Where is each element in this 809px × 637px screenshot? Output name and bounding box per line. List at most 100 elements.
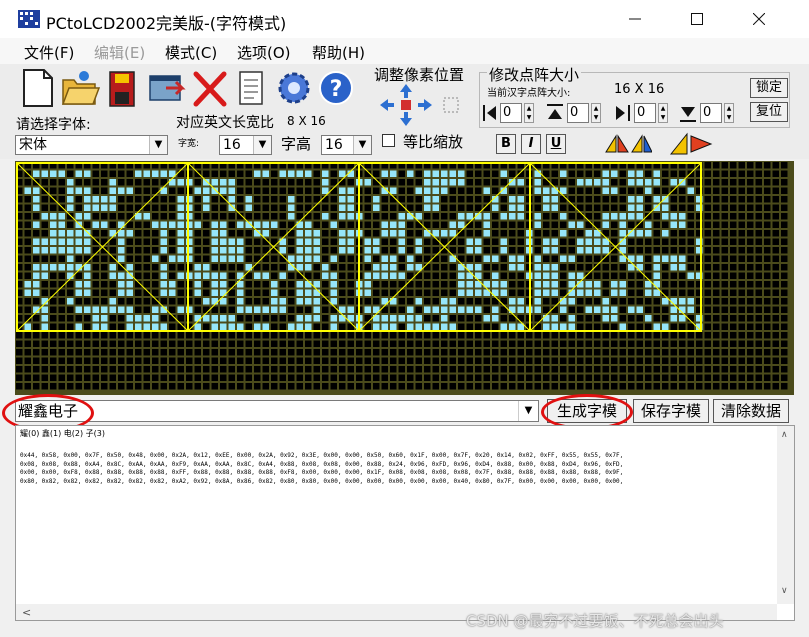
matrix-dot[interactable] — [772, 315, 780, 322]
matrix-dot[interactable] — [543, 247, 550, 254]
matrix-dot[interactable] — [551, 332, 559, 339]
matrix-dot[interactable] — [432, 247, 440, 254]
matrix-dot[interactable] — [594, 332, 601, 339]
matrix-dot[interactable] — [75, 230, 83, 237]
matrix-dot[interactable] — [41, 315, 49, 322]
matrix-dot[interactable] — [636, 281, 644, 288]
matrix-dot[interactable] — [203, 340, 210, 348]
matrix-dot[interactable] — [645, 340, 652, 348]
matrix-dot[interactable] — [245, 383, 253, 390]
matrix-dot[interactable] — [160, 196, 168, 203]
matrix-dot[interactable] — [398, 315, 406, 322]
matrix-dot[interactable] — [24, 196, 32, 203]
matrix-dot[interactable] — [347, 255, 355, 263]
matrix-dot[interactable] — [517, 264, 525, 271]
matrix-dot[interactable] — [781, 289, 788, 297]
matrix-dot[interactable] — [186, 264, 193, 271]
matrix-dot[interactable] — [713, 357, 720, 365]
matrix-dot[interactable] — [135, 332, 142, 339]
matrix-dot[interactable] — [466, 281, 474, 288]
matrix-dot[interactable] — [475, 332, 482, 339]
menu-file[interactable]: 文件(F) — [24, 42, 74, 63]
matrix-dot[interactable] — [713, 332, 720, 339]
matrix-dot[interactable] — [441, 374, 448, 382]
matrix-dot[interactable] — [177, 204, 185, 212]
matrix-dot[interactable] — [568, 306, 576, 314]
matrix-dot[interactable] — [271, 323, 278, 331]
matrix-dot[interactable] — [662, 179, 669, 186]
matrix-dot[interactable] — [41, 281, 49, 288]
matrix-dot[interactable] — [475, 179, 482, 186]
matrix-dot[interactable] — [509, 340, 516, 348]
matrix-dot[interactable] — [254, 170, 261, 178]
matrix-dot[interactable] — [169, 306, 176, 314]
matrix-dot[interactable] — [475, 255, 482, 263]
matrix-dot[interactable] — [186, 289, 193, 297]
matrix-dot[interactable] — [713, 272, 720, 280]
matrix-dot[interactable] — [237, 221, 244, 229]
matrix-dot[interactable] — [220, 204, 227, 212]
matrix-dot[interactable] — [322, 272, 329, 280]
matrix-dot[interactable] — [126, 383, 134, 390]
matrix-dot[interactable] — [220, 230, 227, 237]
matrix-dot[interactable] — [41, 374, 49, 382]
matrix-dot[interactable] — [330, 272, 338, 280]
matrix-dot[interactable] — [262, 323, 270, 331]
matrix-dot[interactable] — [628, 323, 635, 331]
matrix-dot[interactable] — [101, 230, 108, 237]
matrix-dot[interactable] — [143, 332, 151, 339]
matrix-dot[interactable] — [611, 264, 618, 271]
matrix-dot[interactable] — [288, 204, 295, 212]
matrix-dot[interactable] — [568, 298, 576, 305]
matrix-dot[interactable] — [704, 179, 712, 186]
matrix-dot[interactable] — [390, 255, 397, 263]
matrix-dot[interactable] — [730, 204, 737, 212]
matrix-dot[interactable] — [713, 187, 720, 195]
matrix-dot[interactable] — [602, 179, 610, 186]
matrix-dot[interactable] — [330, 315, 338, 322]
matrix-dot[interactable] — [58, 298, 66, 305]
matrix-dot[interactable] — [696, 332, 703, 339]
matrix-dot[interactable] — [339, 170, 346, 178]
matrix-dot[interactable] — [755, 357, 763, 365]
matrix-dot[interactable] — [194, 349, 202, 356]
matrix-dot[interactable] — [398, 255, 406, 263]
matrix-dot[interactable] — [738, 187, 746, 195]
matrix-dot[interactable] — [322, 187, 329, 195]
matrix-dot[interactable] — [390, 187, 397, 195]
matrix-dot[interactable] — [381, 230, 389, 237]
matrix-dot[interactable] — [381, 340, 389, 348]
matrix-dot[interactable] — [143, 179, 151, 186]
matrix-dot[interactable] — [636, 289, 644, 297]
matrix-dot[interactable] — [101, 383, 108, 390]
matrix-dot[interactable] — [373, 204, 380, 212]
matrix-dot[interactable] — [636, 213, 644, 220]
matrix-dot[interactable] — [611, 323, 618, 331]
matrix-dot[interactable] — [764, 187, 771, 195]
matrix-dot[interactable] — [177, 179, 185, 186]
dot-matrix-grid[interactable] — [15, 161, 794, 395]
matrix-dot[interactable] — [220, 357, 227, 365]
matrix-dot[interactable] — [296, 340, 304, 348]
matrix-dot[interactable] — [271, 306, 278, 314]
matrix-dot[interactable] — [75, 170, 83, 178]
matrix-dot[interactable] — [466, 213, 474, 220]
matrix-dot[interactable] — [466, 349, 474, 356]
matrix-dot[interactable] — [177, 230, 185, 237]
matrix-dot[interactable] — [500, 332, 508, 339]
mirror-horizontal-icon[interactable] — [604, 132, 653, 156]
matrix-dot[interactable] — [228, 213, 236, 220]
matrix-dot[interactable] — [322, 366, 329, 373]
matrix-dot[interactable] — [636, 315, 644, 322]
matrix-dot[interactable] — [152, 264, 159, 271]
matrix-dot[interactable] — [41, 366, 49, 373]
matrix-dot[interactable] — [662, 323, 669, 331]
matrix-dot[interactable] — [730, 187, 737, 195]
matrix-dot[interactable] — [245, 204, 253, 212]
matrix-dot[interactable] — [585, 247, 593, 254]
matrix-dot[interactable] — [254, 332, 261, 339]
matrix-dot[interactable] — [704, 323, 712, 331]
matrix-dot[interactable] — [560, 289, 567, 297]
matrix-dot[interactable] — [160, 289, 168, 297]
matrix-dot[interactable] — [92, 340, 100, 348]
